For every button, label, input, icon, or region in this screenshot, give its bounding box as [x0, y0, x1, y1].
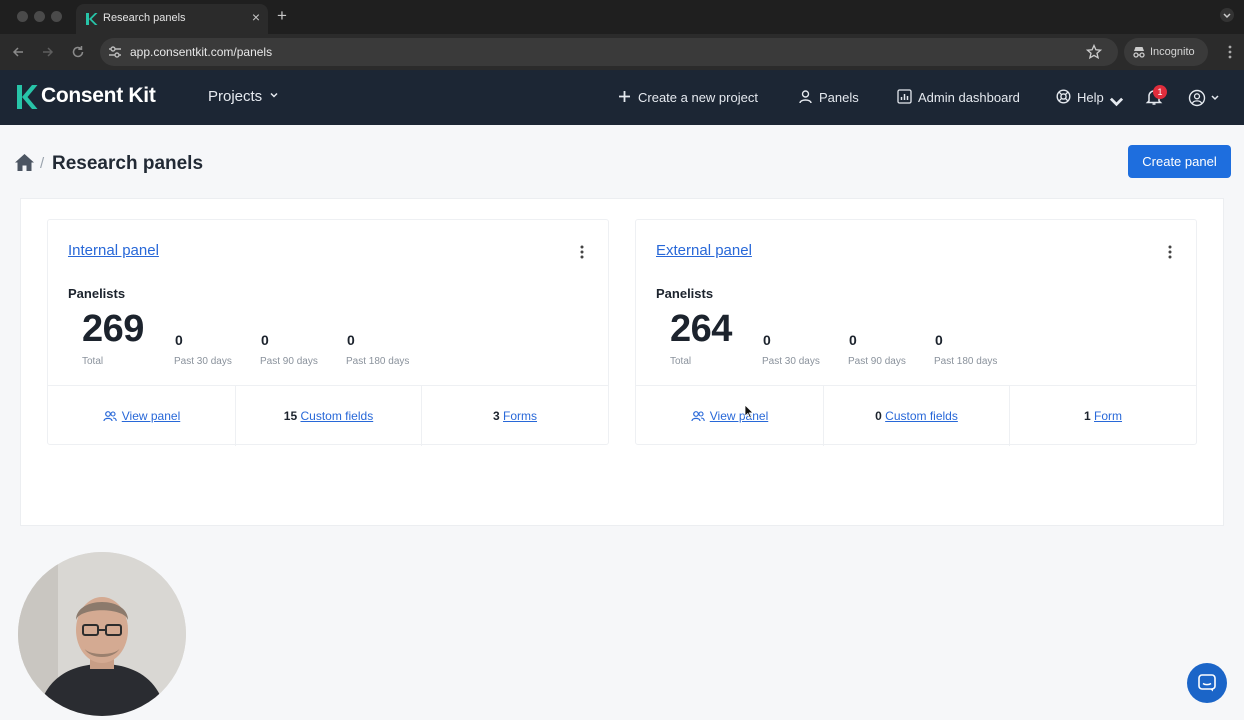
consentkit-favicon-icon — [86, 13, 98, 25]
lifebuoy-icon — [1056, 89, 1071, 104]
browser-address-bar: app.consentkit.com/panels Incognito — [0, 34, 1244, 70]
chevron-down-icon — [1109, 97, 1124, 107]
omnibox[interactable]: app.consentkit.com/panels — [100, 38, 1118, 66]
incognito-icon — [1133, 47, 1145, 58]
view-panel-cell: View panel — [636, 386, 823, 446]
stat-30-days-label: Past 30 days — [762, 356, 820, 367]
view-panel-link[interactable]: View panel — [710, 409, 769, 423]
panel-card-external: External panel Panelists 264 Total 0 Pas… — [635, 219, 1197, 446]
stat-30-days-value: 0 — [763, 332, 771, 348]
incognito-label: Incognito — [1150, 46, 1195, 58]
forms-link[interactable]: Forms — [503, 409, 537, 423]
view-people-icon — [103, 411, 117, 422]
browser-tab[interactable]: Research panels × — [76, 4, 268, 34]
custom-fields-cell: 0 Custom fields — [823, 386, 1010, 446]
chevron-down-icon — [270, 92, 278, 98]
more-options-icon[interactable] — [1168, 244, 1172, 260]
chat-launcher-button[interactable] — [1187, 663, 1227, 703]
admin-dashboard-label: Admin dashboard — [918, 90, 1020, 105]
stat-30-days-label: Past 30 days — [174, 356, 232, 367]
stat-180-days-label: Past 180 days — [346, 356, 410, 367]
browser-tab-bar: Research panels × + — [0, 0, 1244, 34]
panel-title-link[interactable]: External panel — [656, 242, 752, 259]
help-dropdown[interactable]: Help — [1056, 89, 1124, 107]
tab-search-chevron-icon[interactable] — [1220, 8, 1234, 22]
stat-30-days-value: 0 — [175, 332, 183, 348]
browser-menu-icon[interactable] — [1228, 44, 1232, 60]
consentkit-logo-icon[interactable] — [16, 84, 38, 110]
panel-card-footer: View panel 0 Custom fields 1 Form — [636, 385, 1196, 446]
stat-90-days-label: Past 90 days — [848, 356, 906, 367]
help-label: Help — [1077, 90, 1104, 105]
view-people-icon — [691, 411, 705, 422]
site-settings-icon[interactable] — [108, 45, 122, 59]
custom-fields-count: 0 — [875, 409, 882, 423]
stat-90-days-value: 0 — [261, 332, 269, 348]
home-icon[interactable] — [14, 153, 35, 172]
create-panel-button[interactable]: Create panel — [1128, 145, 1231, 178]
url-text: app.consentkit.com/panels — [130, 45, 273, 59]
webcam-overlay — [18, 552, 186, 716]
projects-label: Projects — [208, 88, 263, 105]
create-project-label: Create a new project — [638, 90, 758, 105]
panelists-heading: Panelists — [68, 286, 126, 301]
panels-link[interactable]: Panels — [798, 89, 860, 105]
page-title: Research panels — [52, 153, 204, 174]
stat-180-days-label: Past 180 days — [934, 356, 998, 367]
create-project-link[interactable]: Create a new project — [617, 89, 762, 105]
people-icon — [799, 90, 812, 104]
forms-count: 1 — [1083, 409, 1091, 423]
projects-dropdown[interactable]: Projects — [208, 88, 278, 105]
custom-fields-link[interactable]: Custom fields — [301, 409, 374, 423]
chart-icon — [897, 89, 912, 104]
tab-title: Research panels — [103, 12, 186, 24]
panel-card-footer: View panel 15 Custom fields 3 Forms — [48, 385, 608, 446]
view-panel-link[interactable]: View panel — [122, 409, 181, 423]
custom-fields-count: 15 — [283, 409, 298, 423]
forms-link[interactable]: Form — [1094, 409, 1122, 423]
reload-icon[interactable] — [70, 44, 86, 60]
panel-card-internal: Internal panel Panelists 269 Total 0 Pas… — [47, 219, 609, 446]
panelists-total-value: 269 — [82, 308, 144, 350]
new-tab-button[interactable]: + — [277, 7, 287, 24]
user-account-menu[interactable] — [1188, 89, 1222, 107]
incognito-indicator[interactable]: Incognito — [1124, 38, 1208, 66]
panels-label: Panels — [819, 90, 859, 105]
panel-title-link[interactable]: Internal panel — [68, 242, 159, 259]
more-options-icon[interactable] — [580, 244, 584, 260]
stat-90-days-label: Past 90 days — [260, 356, 318, 367]
panelists-total-label: Total — [82, 356, 104, 367]
forward-arrow-icon[interactable] — [40, 44, 56, 60]
chat-bubble-icon — [1198, 674, 1216, 692]
back-arrow-icon[interactable] — [10, 44, 26, 60]
notification-badge: 1 — [1153, 85, 1167, 99]
panelists-total-label: Total — [670, 356, 692, 367]
app-header: Consent Kit Projects Create a new projec… — [0, 70, 1244, 125]
window-minimize-dot[interactable] — [34, 11, 45, 22]
custom-fields-cell: 15 Custom fields — [235, 386, 422, 446]
forms-cell: 1 Form — [1010, 386, 1196, 446]
mouse-cursor-icon — [744, 404, 754, 419]
stat-180-days-value: 0 — [935, 332, 943, 348]
plus-icon — [619, 91, 630, 102]
presenter-video-image — [18, 552, 186, 716]
panelists-total-value: 264 — [670, 308, 732, 350]
forms-count: 3 — [492, 409, 500, 423]
view-panel-cell: View panel — [48, 386, 235, 446]
logo-text[interactable]: Consent Kit — [41, 84, 156, 108]
panelists-heading: Panelists — [656, 286, 714, 301]
stat-90-days-value: 0 — [849, 332, 857, 348]
admin-dashboard-link[interactable]: Admin dashboard — [897, 89, 1027, 105]
stat-180-days-value: 0 — [347, 332, 355, 348]
custom-fields-link[interactable]: Custom fields — [885, 409, 958, 423]
breadcrumb-separator: / — [40, 155, 45, 172]
window-zoom-dot[interactable] — [51, 11, 62, 22]
forms-cell: 3 Forms — [422, 386, 608, 446]
tab-close-icon[interactable]: × — [252, 10, 260, 24]
bookmark-star-icon[interactable] — [1086, 44, 1102, 60]
window-close-dot[interactable] — [17, 11, 28, 22]
